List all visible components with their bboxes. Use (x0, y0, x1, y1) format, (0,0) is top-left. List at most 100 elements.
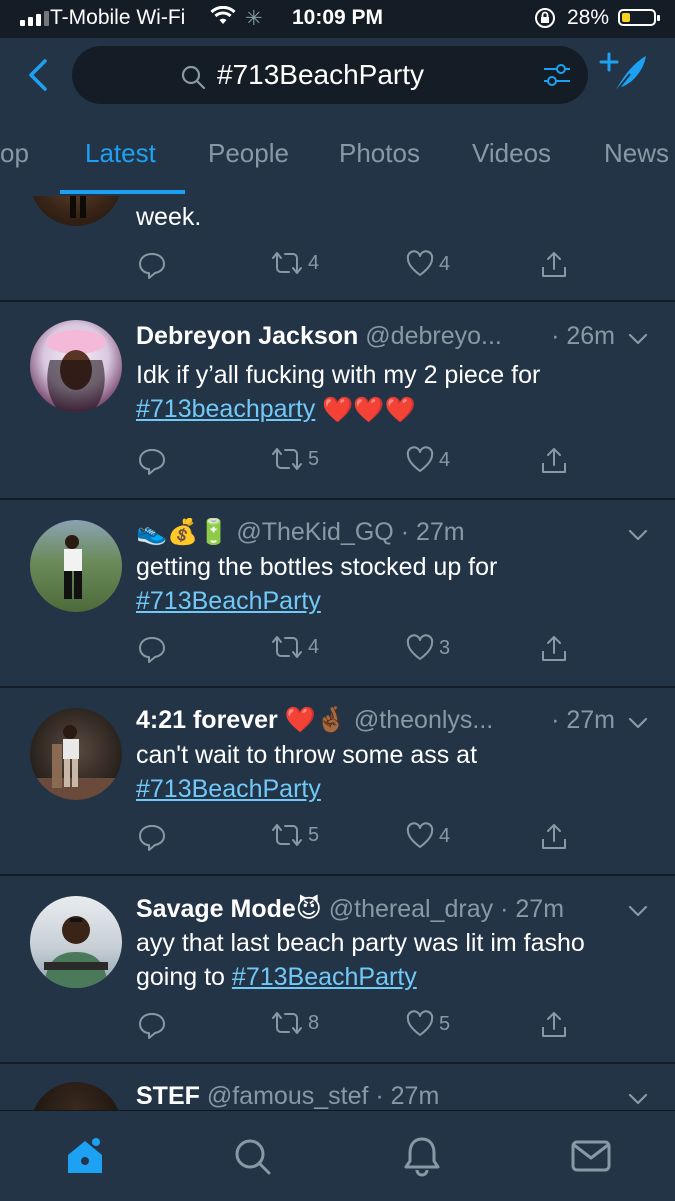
messages-tab[interactable] (561, 1129, 621, 1183)
reply-icon (139, 449, 165, 475)
search-query: #713BeachParty (217, 59, 425, 90)
hashtag-link[interactable]: #713BeachParty (136, 587, 321, 615)
caret-icon[interactable] (625, 1086, 651, 1110)
retweet-count: 5 (308, 823, 320, 846)
tweet-time: · 27m (375, 1082, 440, 1110)
tweet-card[interactable]: week. 4 4 (0, 196, 675, 302)
messages-icon (571, 1140, 611, 1172)
like-button[interactable]: 4 (405, 822, 450, 850)
user-handle[interactable]: @famous_stef (207, 1082, 369, 1110)
filter-icon[interactable] (542, 62, 572, 88)
reply-button[interactable] (137, 822, 167, 852)
tweet-text-body: can't wait to throw some ass at (136, 741, 478, 769)
user-handle[interactable]: @debreyo... (365, 322, 502, 350)
tweet-header: 👟💰🔋 @TheKid_GQ · 27m (136, 518, 615, 547)
display-name[interactable]: 4:21 forever ❤️🤞🏾 (136, 706, 347, 734)
tab-latest[interactable]: Latest (85, 138, 156, 169)
display-name[interactable]: STEF (136, 1082, 200, 1110)
avatar[interactable] (30, 708, 122, 800)
hashtag-link[interactable]: #713BeachParty (136, 775, 321, 803)
compose-button[interactable] (598, 50, 652, 100)
share-button[interactable] (539, 1010, 569, 1040)
caret-icon[interactable] (625, 522, 651, 548)
like-button[interactable]: 4 (405, 446, 450, 474)
search-input[interactable]: #713BeachParty (72, 46, 588, 104)
avatar[interactable] (30, 196, 122, 226)
reply-icon (139, 253, 165, 279)
share-button[interactable] (539, 250, 569, 280)
display-name[interactable]: Savage Mode😈 (136, 895, 322, 923)
tweet-card[interactable]: 👟💰🔋 @TheKid_GQ · 27m getting the bottles… (0, 500, 675, 688)
reply-button[interactable] (137, 250, 167, 280)
retweet-button[interactable]: 5 (270, 822, 319, 848)
caret-icon[interactable] (625, 898, 651, 924)
like-button[interactable]: 3 (405, 634, 450, 662)
retweet-icon (272, 824, 302, 846)
search-icon (181, 65, 206, 90)
share-icon (542, 636, 566, 661)
like-button[interactable]: 4 (405, 250, 450, 278)
tweet-header: Savage Mode😈 @thereal_dray · 27m (136, 894, 615, 924)
tab-videos[interactable]: Videos (472, 138, 551, 169)
caret-icon[interactable] (625, 710, 651, 736)
share-button[interactable] (539, 446, 569, 476)
notifications-tab[interactable] (392, 1129, 452, 1183)
avatar[interactable] (30, 520, 122, 612)
reply-icon (139, 637, 165, 663)
tweet-time: · 26m (545, 322, 615, 351)
tweet-card[interactable]: Savage Mode😈 @thereal_dray · 27m ayy tha… (0, 876, 675, 1064)
caret-icon[interactable] (625, 326, 651, 352)
battery-icon (618, 9, 660, 26)
retweet-button[interactable]: 5 (270, 446, 319, 472)
share-button[interactable] (539, 634, 569, 664)
like-count: 5 (439, 1012, 451, 1035)
like-count: 4 (439, 448, 451, 471)
user-handle[interactable]: @TheKid_GQ (236, 518, 393, 546)
display-name[interactable]: 👟💰🔋 (136, 518, 229, 546)
reply-button[interactable] (137, 1010, 167, 1040)
reply-button[interactable] (137, 446, 167, 476)
retweet-button[interactable]: 4 (270, 634, 319, 660)
share-button[interactable] (539, 822, 569, 852)
hashtag-link[interactable]: #713BeachParty (232, 963, 417, 991)
tweet-actions: 4 4 (0, 250, 675, 290)
retweet-button[interactable]: 4 (270, 250, 319, 276)
tweet-text-body: getting the bottles stocked up for (136, 553, 498, 581)
tab-news[interactable]: News (604, 138, 669, 169)
tab-top[interactable]: op (0, 138, 29, 169)
tweet-text: getting the bottles stocked up for #713B… (136, 550, 636, 618)
home-tab[interactable] (55, 1129, 115, 1183)
tab-people[interactable]: People (208, 138, 289, 169)
tweet-feed[interactable]: week. 4 4 Debreyon Jackson @debreyo... ·… (0, 196, 675, 1110)
orientation-lock-icon (533, 6, 557, 36)
tweet-text: week. (136, 203, 202, 231)
tab-photos[interactable]: Photos (339, 138, 420, 169)
avatar[interactable] (30, 1082, 122, 1110)
tweet-text: ayy that last beach party was lit im fas… (136, 926, 606, 994)
user-handle[interactable]: @thereal_dray (329, 895, 493, 923)
like-count: 4 (439, 824, 451, 847)
home-icon (68, 1138, 102, 1173)
tweet-card[interactable]: Debreyon Jackson @debreyo... · 26m Idk i… (0, 302, 675, 500)
retweet-button[interactable]: 8 (270, 1010, 319, 1036)
search-header: #713BeachParty (0, 38, 675, 116)
hashtag-link[interactable]: #713beachparty (136, 395, 315, 423)
tweet-card[interactable]: 4:21 forever ❤️🤞🏾 @theonlys... · 27m can… (0, 688, 675, 876)
tweet-card[interactable]: STEF @famous_stef · 27m (0, 1064, 675, 1110)
user-handle[interactable]: @theonlys... (354, 706, 493, 734)
tweet-text: Idk if y’all fucking with my 2 piece for… (136, 358, 636, 427)
like-button[interactable]: 5 (405, 1010, 450, 1038)
avatar[interactable] (30, 896, 122, 988)
share-icon (542, 1012, 566, 1037)
explore-tab[interactable] (222, 1129, 282, 1183)
avatar[interactable] (30, 320, 122, 412)
back-button[interactable] (18, 52, 58, 98)
tweet-text-body: Idk if y’all fucking with my 2 piece for (136, 361, 541, 389)
back-icon (29, 59, 47, 91)
tweet-actions: 4 3 (0, 634, 675, 674)
reply-icon (139, 1013, 165, 1039)
reply-button[interactable] (137, 634, 167, 664)
like-icon (406, 250, 434, 276)
retweet-icon (272, 448, 302, 470)
display-name[interactable]: Debreyon Jackson (136, 322, 358, 350)
